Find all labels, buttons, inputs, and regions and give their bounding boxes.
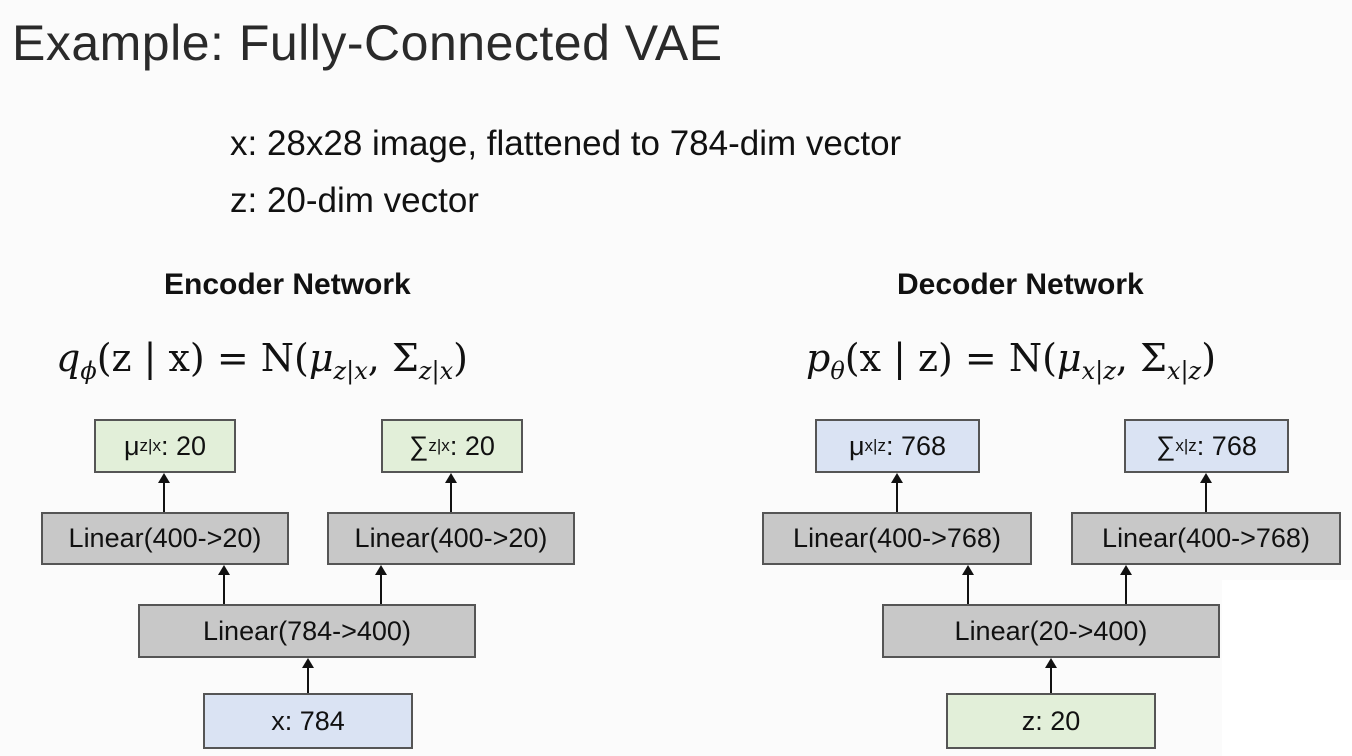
decoder-formula-sigma: Σ <box>1140 336 1167 380</box>
arrow-shaft <box>1125 573 1127 604</box>
encoder-mu-box: μ z|x: 20 <box>94 419 236 473</box>
encoder-input-box: x: 784 <box>203 693 413 749</box>
decoder-sigma-symbol: ∑ <box>1156 430 1176 461</box>
arrow-shaft <box>307 666 309 693</box>
decoder-sigma-box: ∑ x|z: 768 <box>1124 419 1289 473</box>
decoder-formula-mu: μ <box>1056 336 1082 380</box>
decoder-formula-sigma-sub: x|z <box>1166 357 1202 385</box>
arrow-shaft <box>223 573 225 604</box>
decoder-sigma-sub: x|z <box>1175 436 1197 455</box>
encoder-formula-args: (z | x) = N( <box>96 336 309 380</box>
encoder-mu-symbol: μ <box>123 430 140 461</box>
encoder-linear-hidden: Linear(784->400) <box>138 604 476 658</box>
encoder-sigma-value: : 20 <box>449 430 495 461</box>
arrow-shaft <box>1205 481 1207 512</box>
encoder-formula-q: q <box>56 336 81 380</box>
decoder-formula-p: p <box>806 336 831 380</box>
decoder-linear-hidden: Linear(20->400) <box>882 604 1220 658</box>
encoder-formula-sigma: Σ <box>391 336 419 380</box>
encoder-sigma-symbol: ∑ <box>409 430 429 461</box>
decoder-formula-comma: , <box>1115 336 1141 380</box>
bullet-x-description: x: 28x28 image, flattened to 784-dim vec… <box>230 124 902 163</box>
encoder-formula-close: ) <box>453 336 468 380</box>
decoder-mu-symbol: μ <box>848 430 865 461</box>
decoder-mu-value: : 768 <box>885 430 947 461</box>
decoder-sigma-value: : 768 <box>1196 430 1257 461</box>
decoder-mu-sub: x|z <box>864 436 886 455</box>
encoder-sigma-sub: z|x <box>428 436 450 455</box>
encoder-linear-mu: Linear(400->20) <box>41 512 289 565</box>
encoder-formula-phi: ϕ <box>80 357 97 385</box>
decoder-formula-close: ) <box>1201 336 1217 380</box>
arrow-shaft <box>896 481 898 512</box>
bullet-z-description: z: 20-dim vector <box>230 181 479 220</box>
encoder-formula-sigma-sub: z|x <box>418 357 454 385</box>
background-patch <box>1222 580 1352 756</box>
encoder-mu-value: : 20 <box>160 430 207 461</box>
encoder-formula-mu: μ <box>308 336 334 380</box>
decoder-mu-box: μ x|z: 768 <box>815 419 980 473</box>
slide-title: Example: Fully-Connected VAE <box>12 15 723 71</box>
arrow-shaft <box>1050 666 1052 693</box>
decoder-formula-args: (x | z) = N( <box>844 336 1057 380</box>
encoder-sigma-box: ∑ z|x: 20 <box>381 419 523 473</box>
encoder-formula: qϕ(z | x) = N(μz|x, Σz|x) <box>56 336 468 385</box>
decoder-formula: pθ(x | z) = N(μx|z, Σx|z) <box>806 336 1216 385</box>
decoder-linear-sigma: Linear(400->768) <box>1071 512 1341 565</box>
encoder-linear-sigma: Linear(400->20) <box>327 512 575 565</box>
encoder-formula-mu-sub: z|x <box>333 357 368 385</box>
encoder-title: Encoder Network <box>164 268 411 301</box>
arrow-shaft <box>450 481 452 512</box>
decoder-formula-theta: θ <box>830 357 845 385</box>
encoder-formula-comma: , <box>367 336 392 380</box>
decoder-input-box: z: 20 <box>946 693 1156 749</box>
arrow-shaft <box>967 573 969 604</box>
arrow-shaft <box>163 481 165 512</box>
decoder-formula-mu-sub: x|z <box>1081 357 1116 385</box>
arrow-shaft <box>380 573 382 604</box>
encoder-mu-sub: z|x <box>139 436 161 455</box>
decoder-linear-mu: Linear(400->768) <box>762 512 1032 565</box>
decoder-title: Decoder Network <box>897 268 1144 301</box>
